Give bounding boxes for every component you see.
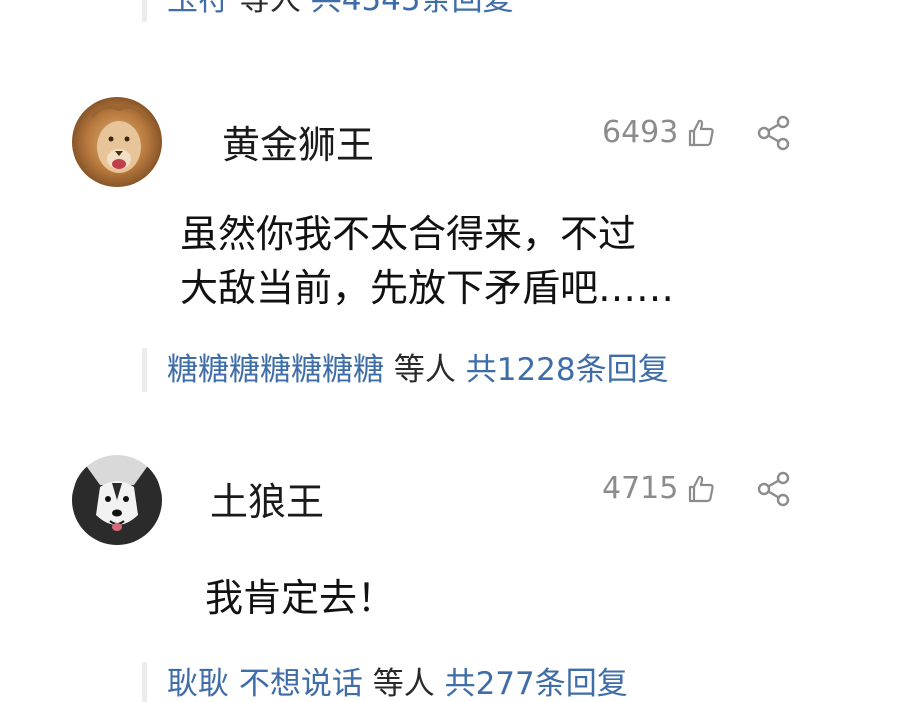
reply-summary-bar[interactable]: 耿耿 不想说话 等人 共277条回复 [142,662,628,702]
reply-count-link[interactable]: 共4545条回复 [311,0,514,18]
comment-username[interactable]: 黄金狮王 [222,120,374,170]
reply-summary-bar[interactable]: 糖糖糖糖糖糖糖 等人 共1228条回复 [142,348,669,392]
share-icon[interactable] [754,469,794,509]
comment-username[interactable]: 土狼王 [210,477,324,527]
like-count: 4715 [602,471,679,506]
comment-text-line: 虽然你我不太合得来，不过 [180,212,637,256]
like-control[interactable]: 6493 [602,113,716,153]
reply-author-names[interactable]: 糖糖糖糖糖糖糖 [167,352,384,388]
lion-icon [72,97,162,187]
thumbs-up-icon [689,119,715,147]
comment-thread: 玉符 等人 共4545条回复 黄金狮王 6493 虽然你我不太合得来，不过 大敌… [0,0,900,702]
reply-suffix: 等人 [372,666,435,702]
husky-dog-icon [72,455,162,545]
reply-summary-bar[interactable]: 玉符 等人 共4545条回复 [142,0,514,22]
reply-suffix: 等人 [393,352,456,388]
reply-author-names[interactable]: 玉符 [167,0,229,18]
like-count: 6493 [602,115,679,150]
like-control[interactable]: 4715 [602,469,716,509]
reply-count-link[interactable]: 共277条回复 [445,666,628,702]
husky-dog-avatar[interactable] [72,455,162,545]
thumbs-up-icon [689,475,715,503]
reply-author-names[interactable]: 耿耿 不想说话 [167,666,363,702]
comment-text-line: 大敌当前，先放下矛盾吧…… [180,266,675,310]
reply-suffix: 等人 [238,0,301,18]
lion-avatar[interactable] [72,97,162,187]
reply-count-link[interactable]: 共1228条回复 [466,352,669,388]
comment-text-line: 我肯定去！ [205,576,396,620]
share-icon[interactable] [754,113,794,153]
